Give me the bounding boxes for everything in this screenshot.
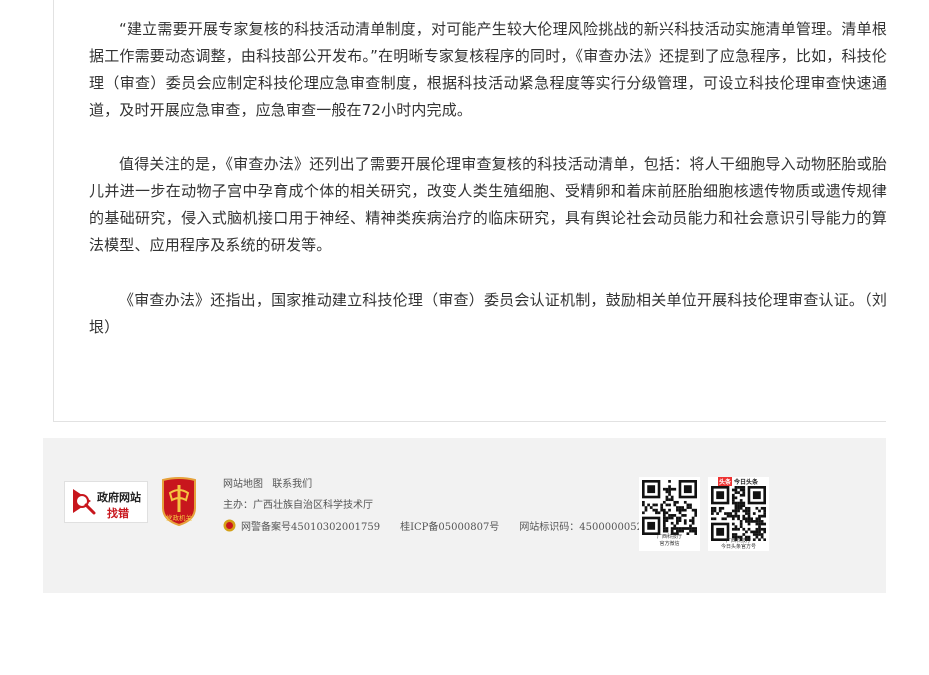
police-badge-icon [223,519,236,532]
party-badge-label: 党政机关 [166,513,193,522]
qr-caption-line: 官方微信 [659,541,680,547]
footer-links: 网站地图 联系我们 [223,475,318,490]
site-footer: 政府网站 找错 党政机关 网站地图 联系我们 主办：广西壮族自治区科学技术厅 网… [43,438,886,593]
article-paragraph: “建立需要开展专家复核的科技活动清单制度，对可能产生较大伦理风险挑战的新兴科技活… [89,20,887,119]
record-info: 网警备案号45010302001759 桂ICP备05000807号 网站标识码… [223,518,643,533]
wechat-qr-code: 广西科技厅 官方微信 [639,477,700,551]
article-body: “建立需要开展专家复核的科技活动清单制度，对可能产生较大伦理风险挑战的新兴科技活… [53,0,887,422]
article-paragraph: 《审查办法》还指出，国家推动建立科技伦理（审查）委员会认证机制，鼓励相关单位开展… [89,291,887,336]
find-error-button[interactable]: 政府网站 找错 [64,481,148,523]
host-organization: 主办：广西壮族自治区科学技术厅 [223,500,373,511]
magnifier-icon [73,489,96,515]
contact-link[interactable]: 联系我们 [272,479,312,490]
qr-caption-line: 今日头条官方号 [720,544,756,550]
toutiao-header: 头条 今日头条 [718,477,758,486]
party-government-badge-icon[interactable]: 党政机关 [159,476,199,526]
article-paragraph: 值得关注的是，《审查办法》还列出了需要开展伦理审查复核的科技活动清单，包括：将人… [89,155,887,254]
site-id: 网站标识码：4500000052 [519,522,643,533]
qr-caption-line: 广西科技厅 [656,534,682,540]
find-error-title: 政府网站 [97,491,141,504]
icp-record-link[interactable]: 桂ICP备05000807号 [400,518,499,533]
toutiao-qr-code: 头条 今日头条 广西科技厅 今日头条官方号 [708,477,769,551]
toutiao-title: 今日头条 [734,479,759,486]
toutiao-logo: 头条 [718,477,733,486]
qr-code-icon [711,486,766,541]
sitemap-link[interactable]: 网站地图 [223,479,263,490]
qr-code-icon [642,480,697,535]
police-record-link[interactable]: 网警备案号45010302001759 [241,518,380,533]
find-error-subtitle: 找错 [107,507,129,520]
